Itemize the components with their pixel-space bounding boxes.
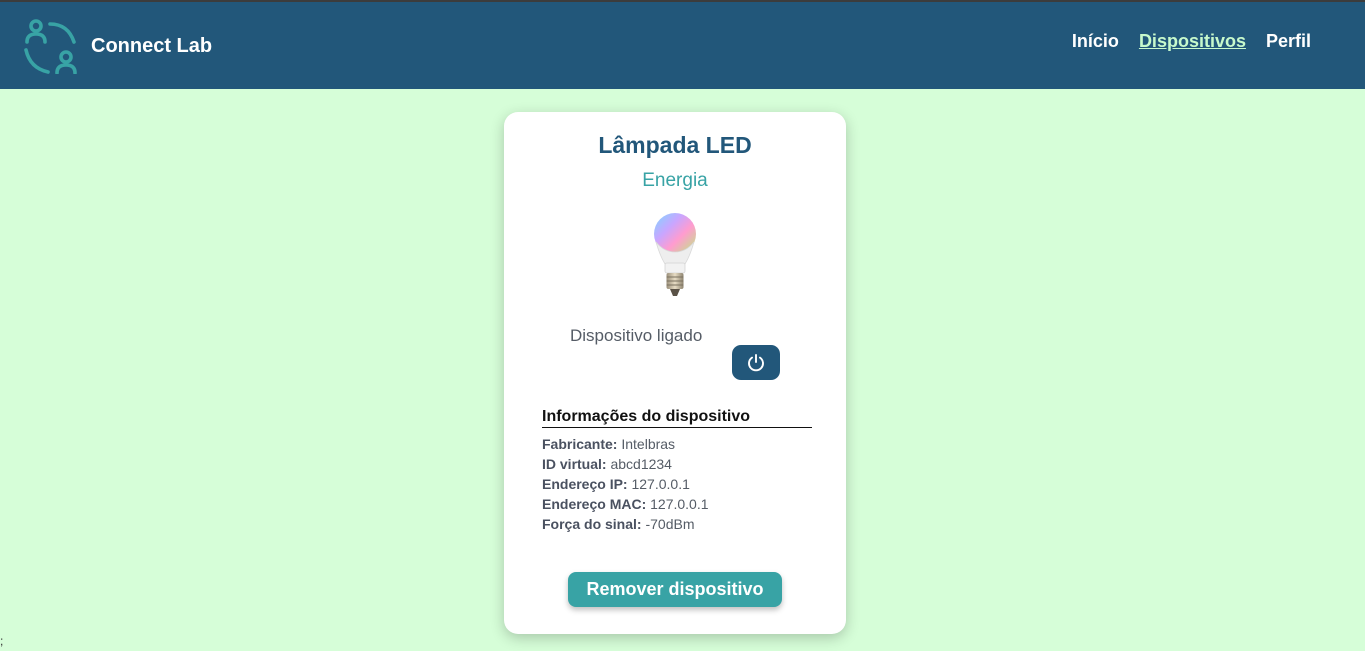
device-info: Informações do dispositivo Fabricante: I… — [542, 408, 812, 534]
info-row-forca-sinal: Força do sinal: -70dBm — [542, 514, 812, 534]
remove-device-button[interactable]: Remover dispositivo — [568, 572, 782, 607]
info-value: abcd1234 — [610, 456, 672, 472]
info-value: -70dBm — [645, 516, 695, 532]
users-cycle-icon — [24, 19, 77, 74]
info-row-id-virtual: ID virtual: abcd1234 — [542, 454, 812, 474]
power-icon — [748, 353, 764, 371]
top-navbar: Connect Lab Início Dispositivos Perfil — [0, 2, 1365, 89]
device-status-text: Dispositivo ligado — [570, 326, 703, 345]
brand-name: Connect Lab — [91, 34, 213, 57]
device-info-list: Fabricante: Intelbras ID virtual: abcd12… — [542, 434, 812, 534]
info-label: Endereço MAC: — [542, 496, 647, 512]
power-toggle-button[interactable] — [732, 345, 780, 380]
info-value: 127.0.0.1 — [631, 476, 690, 492]
info-row-endereco-ip: Endereço IP: 127.0.0.1 — [542, 474, 812, 494]
info-label: ID virtual: — [542, 456, 607, 472]
device-card: Lâmpada LED Energia Dispositivo ligado I… — [504, 112, 846, 634]
device-category: Energia — [642, 170, 708, 191]
device-info-title: Informações do dispositivo — [542, 408, 812, 428]
nav-inicio[interactable]: Início — [1072, 31, 1119, 52]
stray-text: ; — [0, 634, 4, 648]
info-row-fabricante: Fabricante: Intelbras — [542, 434, 812, 454]
nav-perfil[interactable]: Perfil — [1266, 31, 1311, 52]
info-value: Intelbras — [621, 436, 676, 452]
info-label: Endereço IP: — [542, 476, 628, 492]
main-nav: Início Dispositivos Perfil — [1072, 31, 1311, 52]
device-name: Lâmpada LED — [598, 132, 752, 158]
smart-bulb-icon — [654, 213, 696, 296]
info-label: Fabricante: — [542, 436, 618, 452]
info-value: 127.0.0.1 — [650, 496, 709, 512]
nav-dispositivos[interactable]: Dispositivos — [1139, 31, 1246, 52]
info-row-endereco-mac: Endereço MAC: 127.0.0.1 — [542, 494, 812, 514]
brand[interactable]: Connect Lab — [22, 17, 212, 75]
info-label: Força do sinal: — [542, 516, 642, 532]
